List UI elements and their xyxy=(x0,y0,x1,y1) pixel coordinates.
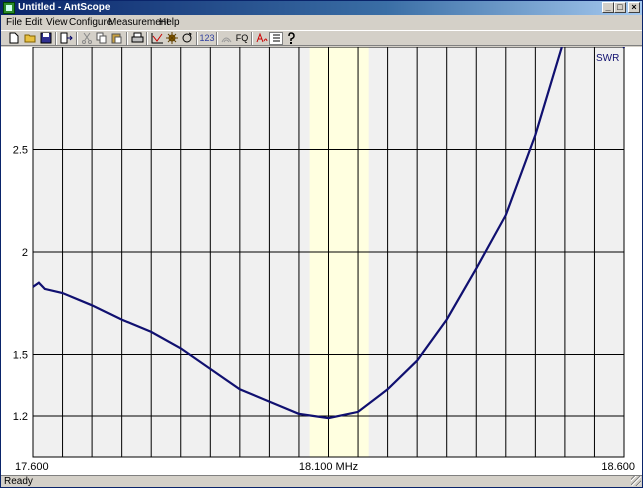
menu-edit[interactable]: Edit xyxy=(25,16,42,29)
toolbar-separator xyxy=(126,32,128,45)
fq-icon[interactable]: FQ xyxy=(234,32,250,45)
plot-area[interactable]: 1.2 1.5 2 2.5 SWR 17.600 18.100 MHz 18.600 xyxy=(1,0,642,475)
menu-file[interactable]: File xyxy=(6,16,22,29)
bookmark-icon[interactable] xyxy=(254,32,268,45)
menu-configure[interactable]: Configure xyxy=(69,16,112,29)
copy-icon[interactable] xyxy=(95,32,109,45)
toolbar-separator xyxy=(55,32,57,45)
status-bar: Ready xyxy=(1,475,642,487)
app-window: Untitled - AntScope _ □ × File Edit View… xyxy=(0,0,643,488)
y-tick-label: 2 xyxy=(22,247,28,259)
title-bar[interactable]: Untitled - AntScope _ □ × xyxy=(1,1,642,15)
toolbar-separator xyxy=(216,32,218,45)
cut-icon[interactable] xyxy=(80,32,94,45)
settings-icon[interactable] xyxy=(165,32,179,45)
x-label-left: 17.600 xyxy=(15,461,49,473)
maximize-button[interactable]: □ xyxy=(614,2,626,13)
print-icon[interactable] xyxy=(130,32,144,45)
signal-icon[interactable] xyxy=(219,32,233,45)
window-title: Untitled - AntScope xyxy=(18,2,111,13)
list-icon[interactable] xyxy=(269,32,283,45)
toolbar-separator xyxy=(146,32,148,45)
resize-grip-icon[interactable] xyxy=(631,476,641,486)
app-icon xyxy=(3,2,15,14)
menu-view[interactable]: View xyxy=(46,16,68,29)
save-icon[interactable] xyxy=(39,32,53,45)
menu-help[interactable]: Help xyxy=(159,16,180,29)
numbers-icon[interactable]: 123 xyxy=(199,32,215,45)
x-label-center: 18.100 MHz xyxy=(299,461,358,473)
graph-icon[interactable] xyxy=(150,32,164,45)
help-icon[interactable] xyxy=(284,32,298,45)
y-tick-label: 1.5 xyxy=(13,350,28,362)
y-tick-label: 1.2 xyxy=(13,411,28,423)
new-file-icon[interactable] xyxy=(7,32,21,45)
legend-swr: SWR xyxy=(596,53,619,64)
toolbar-separator xyxy=(76,32,78,45)
toolbar-separator xyxy=(196,32,198,45)
export-icon[interactable] xyxy=(59,32,73,45)
swr-chart[interactable]: 1.2 1.5 2 2.5 SWR 17.600 18.100 MHz 18.600 xyxy=(1,0,642,475)
x-label-right: 18.600 xyxy=(601,461,635,473)
refresh-icon[interactable] xyxy=(180,32,194,45)
toolbar: 123 FQ xyxy=(1,30,642,46)
close-button[interactable]: × xyxy=(628,2,640,13)
open-file-icon[interactable] xyxy=(23,32,37,45)
toolbar-separator xyxy=(251,32,253,45)
menu-bar: File Edit View Configure Measurement Hel… xyxy=(1,15,642,30)
status-text: Ready xyxy=(4,476,33,487)
y-tick-label: 2.5 xyxy=(13,145,28,157)
paste-icon[interactable] xyxy=(110,32,124,45)
minimize-button[interactable]: _ xyxy=(602,2,614,13)
